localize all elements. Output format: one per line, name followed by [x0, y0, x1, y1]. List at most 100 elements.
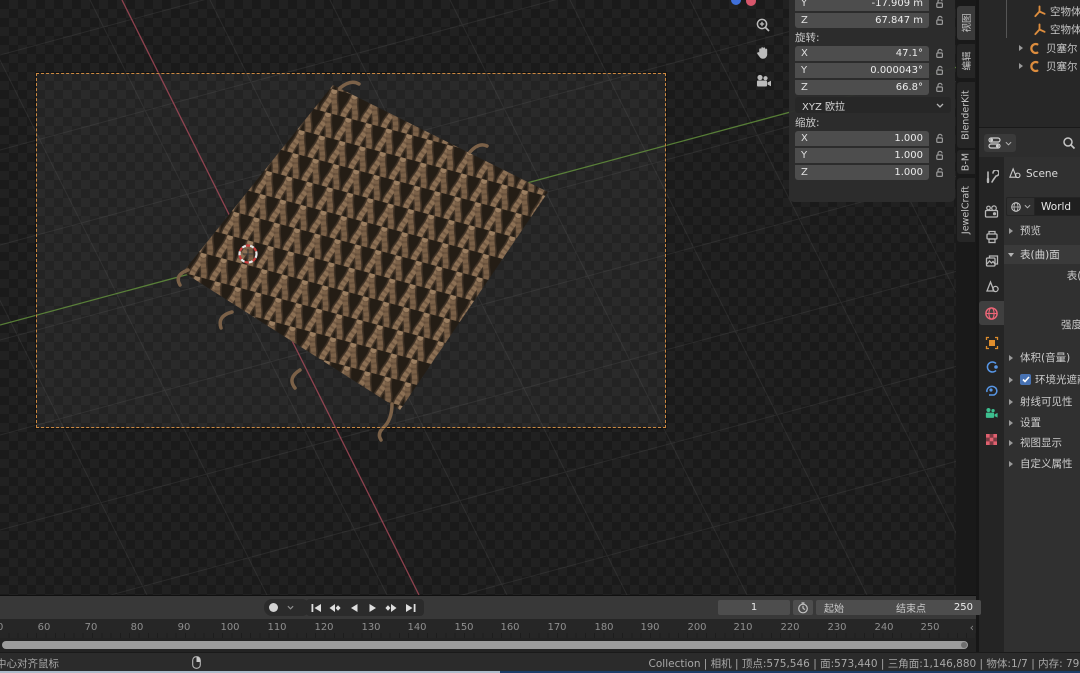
- lock-icon[interactable]: [929, 0, 951, 9]
- section-preview[interactable]: 预览: [1004, 223, 1080, 238]
- next-keyframe-button[interactable]: [382, 599, 401, 616]
- lock-icon[interactable]: [929, 48, 951, 59]
- outliner-item-empty-1[interactable]: 空物体: [979, 2, 1080, 20]
- scale-z-value[interactable]: 1.000: [894, 165, 923, 180]
- section-ambient-occlusion[interactable]: 环境光遮蔽: [1004, 372, 1080, 387]
- tab-blenderkit[interactable]: BlenderKit: [957, 82, 975, 148]
- lock-icon[interactable]: [929, 65, 951, 76]
- play-reverse-button[interactable]: [344, 599, 363, 616]
- transform-panel: Y -17.909 m Z 67.847 m 旋转: X 47.1° Y 0.00004…: [789, 0, 955, 202]
- tab-physics[interactable]: [979, 355, 1004, 379]
- rotation-y-row[interactable]: Y 0.000043°: [795, 63, 951, 78]
- section-custom-properties[interactable]: 自定义属性: [1004, 456, 1080, 471]
- previous-keyframe-button[interactable]: [325, 599, 344, 616]
- tab-tool[interactable]: [979, 165, 1004, 189]
- chevron-down-icon: [287, 605, 294, 610]
- section-label: 射线可见性: [1020, 396, 1073, 408]
- tab-object-data-camera[interactable]: [979, 401, 1004, 425]
- rotation-z-row[interactable]: Z 66.8°: [795, 80, 951, 95]
- expand-arrow-icon: [1009, 227, 1013, 234]
- properties-content: Scene › World 预览 表(曲)面 表(曲) 颜 强度/力: [1004, 157, 1080, 652]
- outliner-item-empty-2[interactable]: 空物体: [979, 20, 1080, 38]
- location-y-row[interactable]: Y -17.909 m: [795, 0, 951, 11]
- expand-arrow-icon[interactable]: [1019, 45, 1023, 51]
- camera-frame-border[interactable]: [36, 73, 666, 428]
- tab-world[interactable]: [979, 301, 1004, 325]
- scale-y-value[interactable]: 1.000: [894, 148, 923, 163]
- rotation-x-row[interactable]: X 47.1°: [795, 46, 951, 61]
- tab-b-m[interactable]: B-M: [957, 150, 975, 174]
- section-volume[interactable]: 体积(音量): [1004, 350, 1080, 365]
- tab-edit[interactable]: 编辑: [957, 44, 975, 78]
- play-button[interactable]: [363, 599, 382, 616]
- expand-arrow-icon: [1009, 376, 1013, 383]
- timeline-ruler[interactable]: 50 60 70 80 90 100 110 120 130 140 150 1…: [0, 619, 976, 638]
- tab-view-layer[interactable]: [979, 249, 1004, 273]
- scale-x-row[interactable]: X 1.000: [795, 131, 951, 146]
- jump-to-start-button[interactable]: [306, 599, 325, 616]
- world-name-field[interactable]: World: [1035, 197, 1080, 216]
- pan-hand-icon[interactable]: [752, 42, 774, 64]
- ao-checkbox[interactable]: [1020, 374, 1031, 385]
- axis-label: Y: [801, 0, 808, 9]
- outliner-item-bezier-2[interactable]: 贝塞尔: [979, 57, 1080, 75]
- lock-icon[interactable]: [929, 133, 951, 144]
- zoom-icon[interactable]: [752, 14, 774, 36]
- tab-constraints[interactable]: [979, 378, 1004, 402]
- scale-z-row[interactable]: Z 1.000: [795, 165, 951, 180]
- tab-output[interactable]: [979, 225, 1004, 249]
- tab-render[interactable]: [979, 199, 1004, 223]
- 3d-viewport[interactable]: Y -17.909 m Z 67.847 m 旋转: X 47.1° Y 0.00004…: [0, 0, 976, 595]
- location-z-row[interactable]: Z 67.847 m: [795, 13, 951, 28]
- breadcrumb[interactable]: Scene ›: [1004, 167, 1080, 180]
- section-settings[interactable]: 设置: [1004, 415, 1080, 430]
- jump-to-end-button[interactable]: [401, 599, 420, 616]
- record-options-dropdown[interactable]: [283, 599, 298, 616]
- tab-texture[interactable]: [979, 427, 1004, 451]
- search-icon[interactable]: [1062, 136, 1076, 150]
- curve-icon: [1030, 60, 1039, 72]
- section-label: 视图显示: [1020, 437, 1062, 449]
- section-ray-visibility[interactable]: 射线可见性: [1004, 394, 1080, 409]
- section-label: 环境光遮蔽: [1035, 374, 1080, 386]
- expand-arrow-icon[interactable]: [1019, 63, 1023, 69]
- expand-arrow-icon: [1009, 460, 1013, 467]
- axis-label: Z: [801, 15, 808, 26]
- location-z-value[interactable]: 67.847 m: [875, 13, 923, 28]
- location-y-value[interactable]: -17.909 m: [871, 0, 923, 11]
- world-browse-button[interactable]: [1006, 197, 1035, 216]
- breadcrumb-scene[interactable]: Scene: [1026, 168, 1058, 180]
- expand-arrow-icon: [1009, 398, 1013, 405]
- axis-label: X: [801, 133, 808, 144]
- editor-type-dropdown[interactable]: [984, 134, 1016, 152]
- outliner-item-bezier-1[interactable]: 贝塞尔: [979, 39, 1080, 57]
- current-frame-field[interactable]: 1: [718, 600, 790, 615]
- lock-icon[interactable]: [929, 167, 951, 178]
- camera-view-icon[interactable]: [752, 70, 774, 92]
- scale-y-row[interactable]: Y 1.000: [795, 148, 951, 163]
- rotation-mode-dropdown[interactable]: XYZ 欧拉: [795, 97, 951, 113]
- rotation-y-value[interactable]: 0.000043°: [870, 63, 923, 78]
- scrollbar-zoom-handle[interactable]: [961, 642, 967, 648]
- frame-end-field[interactable]: 结束点 250: [888, 600, 981, 615]
- expand-arrow-icon: [1009, 354, 1013, 361]
- tab-view[interactable]: 视图: [957, 6, 975, 40]
- lock-icon[interactable]: [929, 82, 951, 93]
- rotation-x-value[interactable]: 47.1°: [896, 46, 923, 61]
- world-icon: [1011, 201, 1021, 212]
- rotation-z-value[interactable]: 66.8°: [896, 80, 923, 95]
- record-button[interactable]: [264, 599, 283, 616]
- tab-object[interactable]: [979, 331, 1004, 355]
- chevron-down-icon: [1024, 204, 1031, 209]
- tab-jewelcraft[interactable]: JewelCraft: [957, 178, 975, 242]
- timeline-scrollbar[interactable]: [2, 641, 968, 649]
- section-surface[interactable]: 表(曲)面: [1004, 245, 1080, 264]
- expand-arrow-icon: [1009, 419, 1013, 426]
- lock-icon[interactable]: [929, 15, 951, 26]
- tab-scene[interactable]: [979, 275, 1004, 299]
- lock-icon[interactable]: [929, 150, 951, 161]
- section-viewport-display[interactable]: 视图显示: [1004, 435, 1080, 450]
- outliner: 空物体 空物体 贝塞尔 贝塞尔: [979, 0, 1080, 127]
- clock-icon[interactable]: [793, 600, 813, 615]
- scale-x-value[interactable]: 1.000: [894, 131, 923, 146]
